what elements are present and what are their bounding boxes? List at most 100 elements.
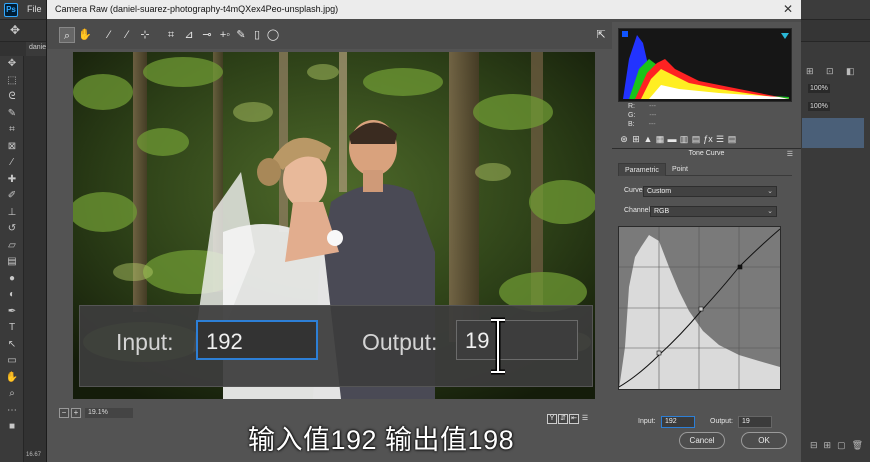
g-value: --- bbox=[649, 112, 657, 119]
eyedropper-icon[interactable]: ⁄ bbox=[0, 155, 24, 172]
more-tools-icon[interactable]: ⋯ bbox=[0, 403, 24, 420]
screen: Ps File ✥ danie ✥ ⬚ ᘓ ✎ ⌗ ⊠ ⁄ ✚ ✐ ⊥ ↺ ▱ … bbox=[0, 0, 870, 462]
settings-icon[interactable]: ☰ bbox=[580, 415, 590, 425]
hand-icon[interactable]: ✋ bbox=[77, 27, 93, 43]
panel-menu-icon[interactable]: ☰ bbox=[787, 150, 793, 158]
radial-filter-icon[interactable]: ◯ bbox=[265, 27, 281, 43]
eraser-icon[interactable]: ▱ bbox=[0, 238, 24, 255]
curve-svg bbox=[618, 227, 781, 389]
chevron-down-icon: ⌄ bbox=[767, 188, 773, 195]
blur-icon[interactable]: ● bbox=[0, 271, 24, 288]
b-value: --- bbox=[648, 121, 656, 128]
grid-icon[interactable]: ⊡ bbox=[826, 66, 834, 77]
status-zoom: 16.67 bbox=[26, 452, 42, 458]
zoom-in-button[interactable]: + bbox=[71, 408, 81, 418]
crop-icon[interactable]: ⌗ bbox=[163, 27, 179, 43]
zoom-out-button[interactable]: − bbox=[59, 408, 69, 418]
fill-value[interactable]: 100% bbox=[808, 102, 830, 111]
lasso-icon[interactable]: ᘓ bbox=[0, 89, 24, 106]
effects-icon[interactable]: ▤ bbox=[690, 134, 702, 145]
tools-panel: ✥ ⬚ ᘓ ✎ ⌗ ⊠ ⁄ ✚ ✐ ⊥ ↺ ▱ ▤ ● ◐ ✒ T ↖ ▭ ✋ … bbox=[0, 56, 24, 462]
opacity-value[interactable]: 100% bbox=[808, 84, 830, 93]
hsl-icon[interactable]: ▦ bbox=[654, 134, 666, 145]
section-title: Tone Curve bbox=[688, 150, 725, 157]
move-icon[interactable]: ✥ bbox=[0, 56, 24, 73]
color-swatches-icon[interactable]: ■ bbox=[0, 419, 24, 436]
curve-input-field[interactable]: 192 bbox=[661, 416, 695, 428]
g-label: G: bbox=[628, 112, 636, 119]
dodge-icon[interactable]: ◐ bbox=[0, 287, 24, 304]
brush-icon[interactable]: ✐ bbox=[0, 188, 24, 205]
curve-value: Custom bbox=[647, 188, 672, 195]
marquee-icon[interactable]: ⬚ bbox=[0, 73, 24, 90]
move-tool-icon[interactable]: ✥ bbox=[10, 23, 20, 37]
spot-removal-icon[interactable]: ⊸ bbox=[199, 27, 215, 43]
view-buttons: Y ⇵ ⇤ ☰ bbox=[547, 407, 591, 425]
text-cursor-icon bbox=[491, 317, 505, 375]
tone-curve-icon[interactable]: ⊞ bbox=[630, 134, 642, 145]
menu-file[interactable]: File bbox=[27, 4, 42, 14]
channel-select[interactable]: RGB ⌄ bbox=[650, 206, 777, 217]
zoom-input-field[interactable]: 192 bbox=[196, 320, 318, 360]
lens-icon[interactable]: ▥ bbox=[678, 134, 690, 145]
snapshots-icon[interactable]: ▤ bbox=[726, 134, 738, 145]
adjustment-brush-icon[interactable]: ✎ bbox=[233, 27, 249, 43]
type-icon[interactable]: T bbox=[0, 320, 24, 337]
presets-icon[interactable]: ☰ bbox=[714, 134, 726, 145]
gradient-icon[interactable]: ▤ bbox=[0, 254, 24, 271]
selected-layer[interactable] bbox=[802, 118, 864, 148]
before-after-y-icon[interactable]: Y bbox=[547, 414, 557, 424]
history-brush-icon[interactable]: ↺ bbox=[0, 221, 24, 238]
chevron-down-icon: ⌄ bbox=[767, 208, 773, 215]
crop-tool-icon[interactable]: ⌗ bbox=[0, 122, 24, 139]
path-select-icon[interactable]: ↖ bbox=[0, 337, 24, 354]
dialog-title: Camera Raw (daniel-suarez-photography-t4… bbox=[55, 4, 339, 14]
cancel-button[interactable]: Cancel bbox=[679, 432, 725, 449]
zoom-icon[interactable]: ⌕ bbox=[59, 27, 75, 43]
adjust-icon[interactable]: ⊞ bbox=[806, 66, 814, 77]
shape-icon[interactable]: ▭ bbox=[0, 353, 24, 370]
quick-select-icon[interactable]: ✎ bbox=[0, 106, 24, 123]
open-preferences-icon[interactable]: ⇱ bbox=[593, 27, 609, 43]
camera-raw-dialog: Camera Raw (daniel-suarez-photography-t4… bbox=[46, 0, 801, 462]
red-eye-icon[interactable]: +◦ bbox=[217, 27, 233, 43]
zoom-tool-icon[interactable]: ⌕ bbox=[0, 386, 24, 403]
ok-button[interactable]: OK bbox=[741, 432, 787, 449]
zoom-output-label: Output: bbox=[362, 329, 438, 355]
photoshop-logo: Ps bbox=[4, 3, 18, 17]
tone-curve-graph[interactable] bbox=[618, 226, 781, 390]
copy-icon[interactable]: ⇤ bbox=[569, 414, 579, 424]
tab-point[interactable]: Point bbox=[666, 163, 694, 176]
frame-icon[interactable]: ⊠ bbox=[0, 139, 24, 156]
detail-icon[interactable]: ▲ bbox=[642, 134, 654, 144]
hand-tool-icon[interactable]: ✋ bbox=[0, 370, 24, 387]
stamp-icon[interactable]: ⊥ bbox=[0, 205, 24, 222]
target-adjust-icon[interactable]: ⊹ bbox=[137, 27, 153, 43]
photoshop-right-panels: ⊞ ⊡ ◧ 100% 100% ⊟⊞▢🗑 bbox=[800, 42, 870, 462]
healing-icon[interactable]: ✚ bbox=[0, 172, 24, 189]
swap-icon[interactable]: ⇵ bbox=[558, 414, 568, 424]
white-balance-icon[interactable]: ⁄ bbox=[101, 27, 117, 43]
channel-label: Channel: bbox=[624, 207, 653, 214]
curve-select[interactable]: Custom ⌄ bbox=[643, 186, 777, 197]
zoom-level-select[interactable]: 19.1% bbox=[85, 408, 133, 418]
histogram bbox=[618, 28, 792, 102]
dialog-title-bar: Camera Raw (daniel-suarez-photography-t4… bbox=[47, 0, 801, 19]
curve-output-label: Output: bbox=[710, 418, 733, 425]
pen-icon[interactable]: ✒ bbox=[0, 304, 24, 321]
graduated-filter-icon[interactable]: ▯ bbox=[249, 27, 265, 43]
tab-parametric[interactable]: Parametric bbox=[618, 163, 666, 176]
curve-output-field[interactable]: 19 bbox=[738, 416, 772, 428]
curve-label: Curve: bbox=[624, 187, 645, 194]
b-label: B: bbox=[628, 121, 635, 128]
color-sampler-icon[interactable]: ⁄ bbox=[119, 27, 135, 43]
mask-icon[interactable]: ◧ bbox=[846, 66, 855, 77]
calibration-icon[interactable]: ƒx bbox=[702, 134, 714, 144]
basic-icon[interactable]: ⊛ bbox=[618, 134, 630, 145]
r-value: --- bbox=[649, 103, 656, 110]
close-icon[interactable]: ✕ bbox=[783, 2, 793, 16]
straighten-icon[interactable]: ⊿ bbox=[181, 27, 197, 43]
split-toning-icon[interactable]: ▬ bbox=[666, 134, 678, 144]
zoom-output-field[interactable]: 19 bbox=[456, 320, 578, 360]
divider bbox=[612, 148, 801, 149]
